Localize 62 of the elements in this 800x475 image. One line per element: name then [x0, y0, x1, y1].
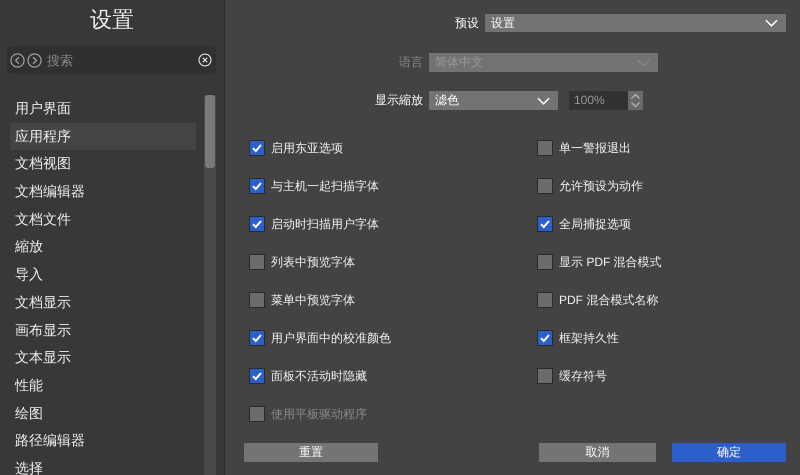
checkbox[interactable]	[249, 216, 265, 232]
checkbox[interactable]	[249, 330, 265, 346]
chevron-icon	[537, 96, 550, 104]
option-label: 使用平板驱动程序	[271, 406, 367, 422]
back-icon[interactable]	[10, 52, 25, 68]
sidebar-item[interactable]: 选择	[10, 454, 196, 475]
scrollbar[interactable]	[204, 95, 216, 475]
checkbox[interactable]	[249, 140, 265, 156]
option-label: 与主机一起扫描字体	[271, 178, 379, 194]
field-label: 预设	[454, 14, 480, 32]
checkbox[interactable]	[249, 292, 265, 308]
option-label: PDF 混合模式名称	[559, 292, 658, 308]
checkbox[interactable]	[537, 368, 553, 384]
sidebar-item[interactable]: 文档文件	[10, 206, 196, 234]
sidebar-item[interactable]: 文档显示	[10, 288, 196, 316]
sidebar-item[interactable]: 文档视图	[10, 150, 196, 178]
option-label: 用户界面中的校准颜色	[271, 330, 391, 346]
sidebar-item[interactable]: 性能	[10, 372, 196, 400]
option-label: 面板不活动时隐藏	[271, 368, 367, 384]
search-field[interactable]: 搜索	[44, 52, 196, 68]
search-bar[interactable]: 搜索	[7, 46, 216, 74]
option-label: 允许预设为动作	[559, 178, 643, 194]
percent-field[interactable]: 100%	[569, 91, 628, 110]
option-label: 显示 PDF 混合模式	[559, 254, 662, 270]
option-label: 列表中预览字体	[271, 254, 355, 270]
checkbox[interactable]	[537, 254, 553, 270]
sidebar-item[interactable]: 路径编辑器	[10, 427, 196, 455]
checkbox[interactable]	[537, 216, 553, 232]
option-label: 缓存符号	[559, 368, 607, 384]
option-label: 全局捕捉选项	[559, 216, 631, 232]
checkbox[interactable]	[537, 178, 553, 194]
checkbox[interactable]	[249, 368, 265, 384]
sidebar-title: 设置	[89, 6, 135, 34]
checkbox[interactable]	[537, 140, 553, 156]
checkbox[interactable]	[249, 254, 265, 270]
checkbox[interactable]	[537, 330, 553, 346]
zoom-dropdown[interactable]: 滤色	[429, 91, 558, 110]
sidebar-item[interactable]: 文档编辑器	[10, 178, 196, 206]
option-label: 启用东亚选项	[271, 140, 343, 156]
clear-icon[interactable]	[198, 53, 212, 67]
checkbox[interactable]	[537, 292, 553, 308]
field-label: 语言	[398, 54, 424, 71]
sidebar-item[interactable]: 用户界面	[10, 95, 196, 123]
confirm-button[interactable]: 确定	[672, 443, 786, 462]
sidebar-item[interactable]: 应用程序	[10, 122, 196, 150]
sidebar-item[interactable]: 导入	[10, 261, 196, 289]
option-label: 框架持久性	[559, 330, 619, 346]
field-label: 显示縮放	[374, 92, 424, 109]
sidebar-item[interactable]: 绘图	[10, 400, 196, 428]
option-label: 单一警报退出	[559, 140, 631, 156]
sidebar-item[interactable]: 画布显示	[10, 316, 196, 344]
chevron-icon	[765, 19, 778, 27]
forward-icon[interactable]	[27, 52, 42, 68]
spinner-icon[interactable]	[628, 91, 643, 110]
sidebar-item[interactable]: 縮放	[10, 233, 196, 262]
checkbox[interactable]	[249, 178, 265, 194]
option-label: 菜单中预览字体	[271, 292, 355, 308]
preset-dropdown[interactable]: 设置	[485, 14, 786, 32]
dialog-button[interactable]: 取消	[539, 443, 656, 462]
option-label: 启动时扫描用户字体	[271, 216, 379, 232]
sidebar-item[interactable]: 文本显示	[10, 344, 196, 372]
dialog-button[interactable]: 重置	[244, 443, 378, 462]
